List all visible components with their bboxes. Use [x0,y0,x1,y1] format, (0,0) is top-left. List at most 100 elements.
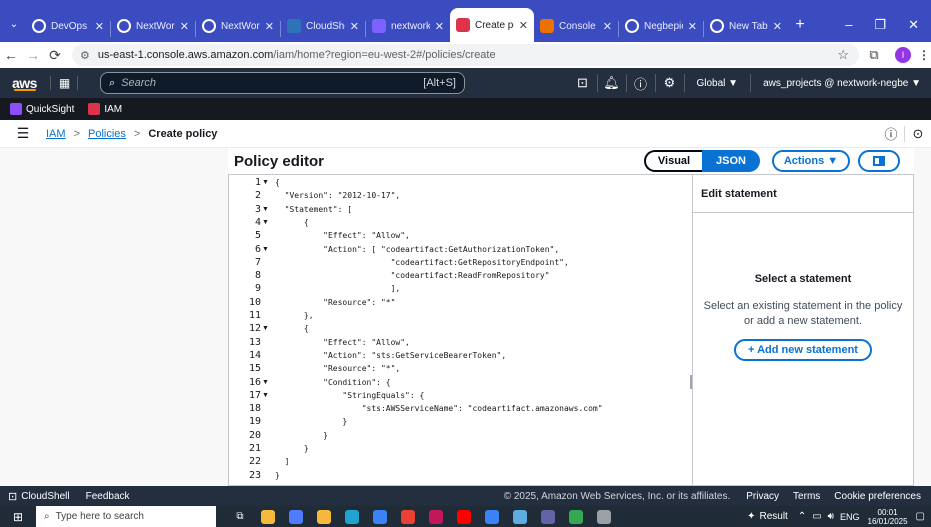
bookmark-star-icon[interactable]: ☆ [837,47,849,63]
browser-tab[interactable]: NextWork ✕ [111,10,195,42]
cookie-preferences-link[interactable]: Cookie preferences [834,491,921,502]
more-menu-icon[interactable]: ⋮ [917,48,931,62]
task-view-icon[interactable]: ⧉ [226,511,254,522]
notifications-icon[interactable]: ▢ [916,511,925,522]
code-line: "Condition": { [275,377,391,387]
fold-toggle-icon[interactable]: ▼ [262,219,269,226]
browser-tab[interactable]: Negbepic ✕ [619,10,703,42]
github-icon [625,19,639,33]
browser-tab[interactable]: NextWork ✕ [196,10,280,42]
back-arrow-icon[interactable]: ← [0,47,22,63]
taskbar-search-input[interactable]: ⌕ Type here to search [36,506,216,527]
tray-chevron-icon[interactable]: ⌃ [798,511,806,522]
code-line: ] [275,457,290,467]
breadcrumb-separator: > [133,127,141,140]
fold-toggle-icon[interactable]: ▼ [262,246,269,253]
feedback-link[interactable]: Feedback [86,491,130,502]
edge-icon[interactable] [341,509,363,524]
fold-toggle-icon[interactable]: ▼ [262,179,269,186]
volume-icon[interactable]: 🔊︎ [828,511,834,522]
tab-close-icon[interactable]: ✕ [519,19,528,32]
tab-close-icon[interactable]: ✕ [435,20,444,33]
cloudshell-footer-icon[interactable]: ⊡ [8,490,17,503]
forward-arrow-icon[interactable]: → [22,47,44,63]
close-window-icon[interactable]: ✕ [908,17,919,33]
copilot-icon[interactable] [285,509,307,524]
region-selector[interactable]: Global ▼ [685,78,751,89]
minimize-icon[interactable]: – [845,17,852,33]
hamburger-menu-icon[interactable]: ☰ [6,125,40,142]
app-icon[interactable] [425,509,447,524]
site-info-icon[interactable]: ⚙ [80,49,90,62]
browser-tab[interactable]: CloudShe ✕ [281,10,365,42]
tab-close-icon[interactable]: ✕ [95,20,104,33]
tab-search-button[interactable]: ⌄ [2,8,26,40]
bell-icon[interactable]: 🔔︎ [598,75,626,91]
add-new-statement-button[interactable]: + Add new statement [734,339,872,361]
language-indicator[interactable]: ENG [840,512,860,522]
app-icon[interactable] [509,509,531,524]
code-line: { [275,324,309,334]
fold-toggle-icon[interactable]: ▼ [262,379,269,386]
tab-close-icon[interactable]: ✕ [265,20,274,33]
restore-icon[interactable]: ❐ [874,17,886,33]
tab-close-icon[interactable]: ✕ [350,20,359,33]
actions-dropdown-button[interactable]: Actions ▼ [772,150,850,172]
code-line: "Version": "2012-10-17", [275,191,401,201]
tab-close-icon[interactable]: ✕ [688,20,697,33]
tab-close-icon[interactable]: ✕ [180,20,189,33]
fold-toggle-icon[interactable]: ▼ [262,325,269,332]
breadcrumb-policies[interactable]: Policies [88,128,126,140]
clock[interactable]: 00:01 16/01/2025 [868,508,908,526]
account-menu[interactable]: aws_projects @ nextwork-negbe ▼ [751,78,931,89]
services-menu-icon[interactable]: ▦ [50,76,78,90]
toggle-panel-button[interactable] [858,150,900,172]
browser-tab[interactable]: DevOps (✕ [26,10,110,42]
tab-close-icon[interactable]: ✕ [773,20,782,33]
json-tab-button[interactable]: JSON [702,150,760,172]
explorer-icon[interactable] [257,509,279,524]
copilot-glyph [289,509,303,524]
browser-tab[interactable]: Create po ✕ [450,8,534,42]
github-icon [32,19,46,33]
info-icon[interactable]: ⓘ [878,124,904,143]
chrome-icon[interactable] [397,509,419,524]
service-iam[interactable]: IAM [88,103,122,115]
url-field[interactable]: ⚙ us-east-1.console.aws.amazon.com/iam/h… [72,44,859,66]
app-icon[interactable] [481,509,503,524]
breadcrumb-iam[interactable]: IAM [46,128,66,140]
json-code-editor[interactable]: 1 ▼{2 "Version": "2012-10-17", 3 ▼ "Stateme… [228,174,692,486]
visual-tab-button[interactable]: Visual [644,150,702,172]
chrome-icon[interactable] [565,509,587,524]
settings-gear-icon[interactable]: ⚙ [656,75,684,91]
notepad-icon[interactable] [593,509,615,524]
store-icon[interactable] [369,509,391,524]
cloudshell-link[interactable]: CloudShell [21,491,69,502]
extensions-icon[interactable]: ⧉ [859,47,889,63]
privacy-link[interactable]: Privacy [746,491,779,502]
help-icon[interactable]: ⓘ [627,74,655,93]
profile-avatar[interactable]: I [895,47,911,63]
line-number: 22 [248,456,261,468]
tab-close-icon[interactable]: ✕ [603,20,612,33]
fold-toggle-icon[interactable]: ▼ [262,206,269,213]
fold-toggle-icon[interactable]: ▼ [262,392,269,399]
windows-start-icon[interactable]: ⊞ [0,510,36,524]
youtube-icon[interactable] [453,509,475,524]
reload-icon[interactable]: ⟳ [44,47,66,64]
teams-icon[interactable] [537,509,559,524]
aws-logo[interactable]: aws [0,75,42,91]
terms-link[interactable]: Terms [793,491,820,502]
feedback-icon[interactable]: ⊙ [905,126,931,142]
cloudshell-icon[interactable]: ⊡ [569,75,597,91]
new-tab-button[interactable]: + [788,16,812,34]
browser-tab[interactable]: Console I ✕ [534,10,618,42]
file-explorer-icon[interactable] [313,509,335,524]
browser-tab[interactable]: nextwork ✕ [366,10,450,42]
line-number: 23 [248,469,261,481]
code-line: { [275,178,280,187]
search-input[interactable]: ⌕ Search [Alt+S] [100,72,465,94]
service-quicksight[interactable]: QuickSight [10,103,74,115]
browser-tab[interactable]: New Tab ✕ [704,10,788,42]
result-app-icon[interactable]: ✦ [747,511,755,522]
